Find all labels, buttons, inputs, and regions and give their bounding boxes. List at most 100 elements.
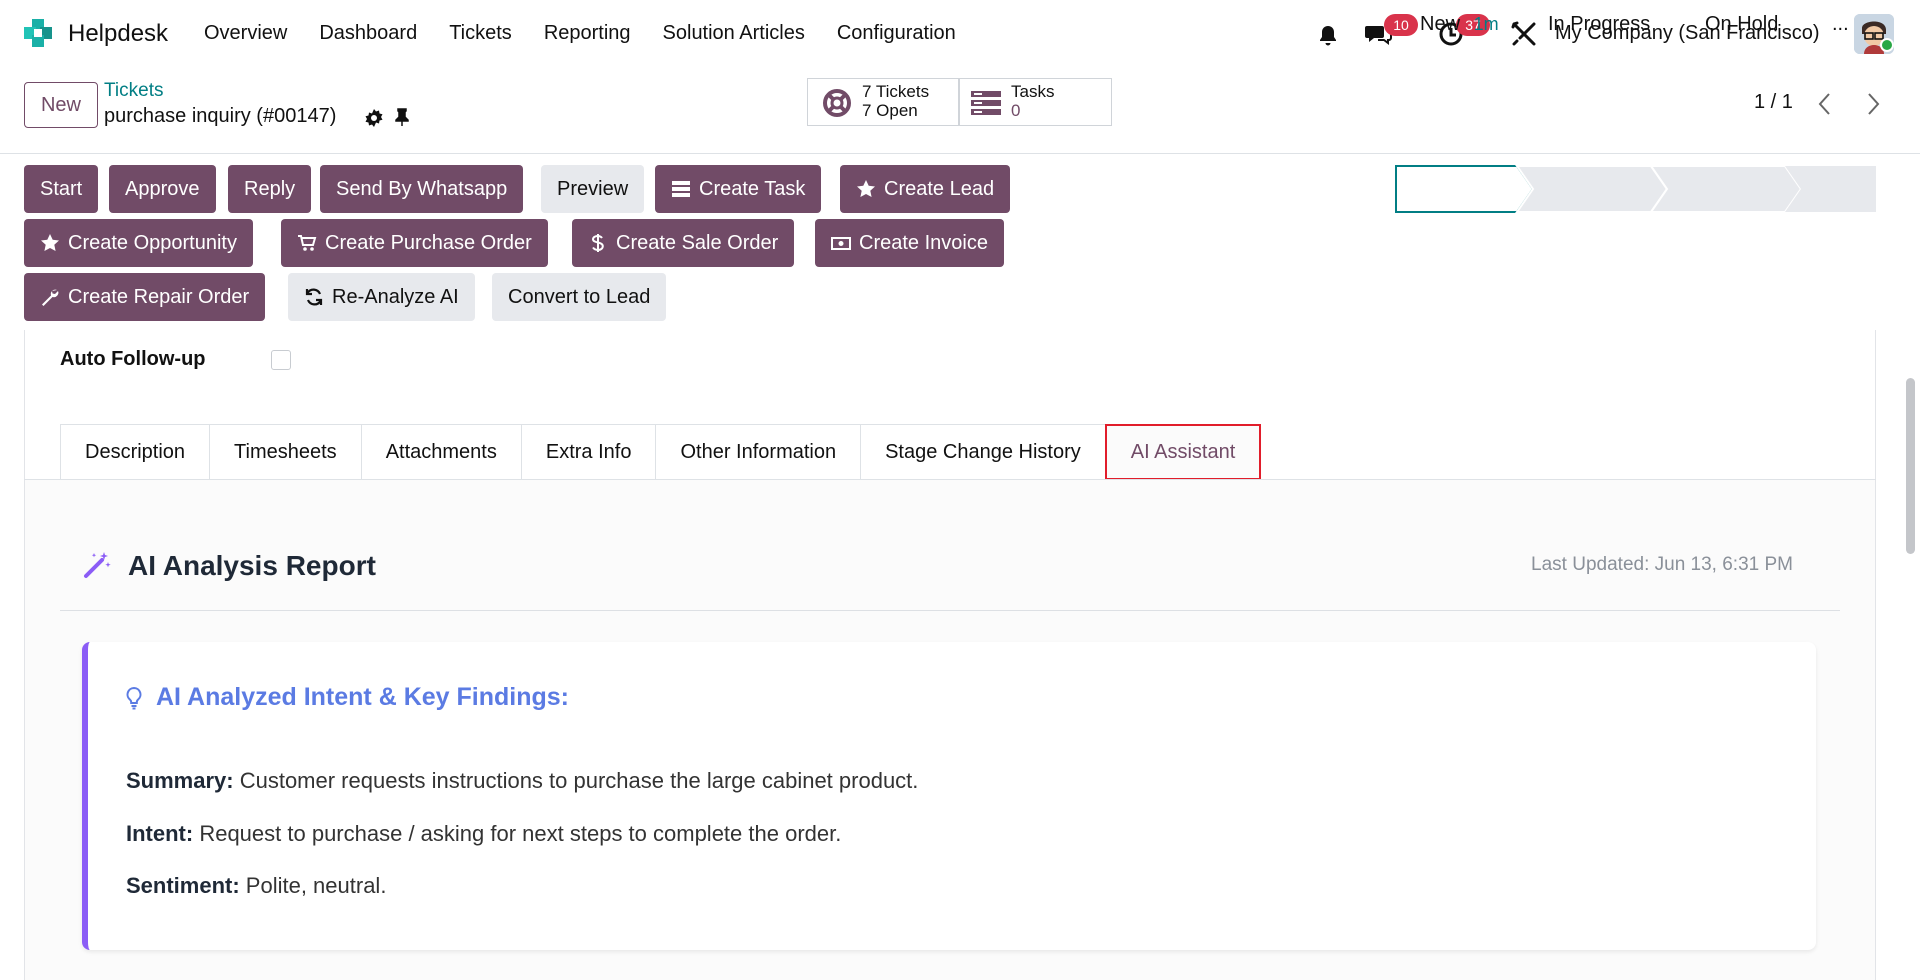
send-whatsapp-button[interactable]: Send By Whatsapp bbox=[320, 165, 524, 213]
create-lead-label: Create Lead bbox=[884, 178, 995, 200]
tasks-stat-button[interactable]: Tasks 0 bbox=[959, 78, 1112, 126]
send-whatsapp-label: Send By Whatsapp bbox=[336, 178, 508, 200]
tab-ai-assistant[interactable]: AI Assistant bbox=[1104, 424, 1262, 480]
create-sale-order-label: Create Sale Order bbox=[616, 232, 779, 254]
tickets-stat-open: 7 Open bbox=[862, 101, 918, 120]
menu-item-tickets[interactable]: Tickets bbox=[449, 22, 512, 45]
reanalyze-ai-label: Re-Analyze AI bbox=[332, 286, 459, 308]
menu-item-configuration[interactable]: Configuration bbox=[837, 22, 956, 45]
app-name[interactable]: Helpdesk bbox=[68, 20, 168, 48]
reply-button[interactable]: Reply bbox=[228, 165, 312, 213]
stage-new-label: New bbox=[1420, 13, 1461, 35]
create-invoice-label: Create Invoice bbox=[859, 232, 988, 254]
create-invoice-button[interactable]: Create Invoice bbox=[815, 219, 1004, 267]
breadcrumb-tickets-link[interactable]: Tickets bbox=[104, 80, 163, 102]
reanalyze-ai-button[interactable]: Re-Analyze AI bbox=[288, 273, 475, 321]
tab-timesheets[interactable]: Timesheets bbox=[209, 424, 361, 480]
pager-value[interactable]: 1 / 1 bbox=[1754, 91, 1793, 114]
reply-label: Reply bbox=[244, 178, 296, 200]
stage-more[interactable]: ... bbox=[1832, 0, 1849, 48]
stage-on-hold[interactable]: On Hold bbox=[1705, 0, 1778, 48]
star-icon bbox=[857, 180, 875, 197]
pin-icon[interactable] bbox=[392, 107, 412, 127]
sentiment-label: Sentiment: bbox=[126, 873, 240, 898]
tab-other-information[interactable]: Other Information bbox=[655, 424, 861, 480]
gear-icon[interactable] bbox=[364, 108, 384, 128]
tasks-stat-value: 0 bbox=[1011, 101, 1021, 120]
intent-line: Intent: Request to purchase / asking for… bbox=[126, 821, 841, 847]
stage-statusbar bbox=[1395, 165, 1876, 213]
tickets-stat-count: 7 Tickets bbox=[862, 82, 930, 101]
create-repair-order-button[interactable]: Create Repair Order bbox=[24, 273, 266, 321]
stage-new[interactable]: New 1m bbox=[1420, 0, 1499, 48]
bell-icon[interactable] bbox=[1316, 24, 1340, 48]
menu-item-dashboard[interactable]: Dashboard bbox=[319, 22, 417, 45]
star-icon bbox=[41, 234, 59, 251]
chevron-right-icon[interactable] bbox=[1862, 91, 1884, 117]
create-purchase-order-button[interactable]: Create Purchase Order bbox=[281, 219, 548, 267]
intent-label: Intent: bbox=[126, 821, 194, 846]
lifebuoy-icon bbox=[823, 89, 851, 117]
convert-to-lead-button[interactable]: Convert to Lead bbox=[492, 273, 667, 321]
helpdesk-logo-icon[interactable] bbox=[22, 17, 54, 49]
refresh-icon bbox=[305, 288, 323, 306]
create-sale-order-button[interactable]: Create Sale Order bbox=[572, 219, 795, 267]
menu-item-reporting[interactable]: Reporting bbox=[544, 22, 631, 45]
create-task-button[interactable]: Create Task bbox=[655, 165, 822, 213]
create-purchase-order-label: Create Purchase Order bbox=[325, 232, 532, 254]
wrench-icon bbox=[42, 289, 59, 306]
cart-icon bbox=[298, 235, 317, 251]
magic-wand-icon bbox=[84, 552, 111, 578]
tickets-stat-button[interactable]: 7 Tickets 7 Open bbox=[807, 78, 959, 126]
stage-new-duration: 1m bbox=[1473, 14, 1499, 34]
chevron-left-icon[interactable] bbox=[1814, 91, 1836, 117]
approve-label: Approve bbox=[125, 178, 200, 200]
sentiment-line: Sentiment: Polite, neutral. bbox=[126, 873, 386, 899]
create-opportunity-label: Create Opportunity bbox=[68, 232, 237, 254]
findings-title: AI Analyzed Intent & Key Findings: bbox=[156, 683, 569, 711]
summary-text: Customer requests instructions to purcha… bbox=[233, 768, 919, 793]
tools-icon[interactable] bbox=[1510, 20, 1538, 48]
control-panel: New Tickets purchase inquiry (#00147) 7 … bbox=[0, 66, 1920, 154]
summary-label: Summary: bbox=[126, 768, 234, 793]
notebook-tabs: Description Timesheets Attachments Extra… bbox=[60, 424, 1262, 480]
report-divider bbox=[60, 610, 1840, 611]
tasks-stat-label: Tasks bbox=[1011, 82, 1055, 101]
stage-in-progress[interactable]: In Progress bbox=[1548, 0, 1650, 48]
lightbulb-icon bbox=[126, 686, 142, 710]
menu-item-solution-articles[interactable]: Solution Articles bbox=[663, 22, 805, 45]
create-opportunity-button[interactable]: Create Opportunity bbox=[24, 219, 253, 267]
sentiment-text: Polite, neutral. bbox=[239, 873, 387, 898]
money-icon bbox=[831, 237, 851, 250]
tabs-divider bbox=[24, 479, 1876, 480]
start-label: Start bbox=[40, 178, 83, 200]
tasks-icon bbox=[971, 91, 1001, 115]
tab-stage-change-history[interactable]: Stage Change History bbox=[860, 424, 1105, 480]
auto-followup-checkbox[interactable] bbox=[271, 350, 291, 370]
new-button[interactable]: New bbox=[24, 82, 98, 128]
create-task-label: Create Task bbox=[699, 178, 806, 200]
report-last-updated: Last Updated: Jun 13, 6:31 PM bbox=[1531, 554, 1793, 575]
online-status-dot bbox=[1880, 38, 1894, 52]
dollar-icon bbox=[591, 234, 604, 252]
tab-attachments[interactable]: Attachments bbox=[360, 424, 521, 480]
record-title: purchase inquiry (#00147) bbox=[104, 105, 337, 127]
preview-button[interactable]: Preview bbox=[541, 165, 645, 213]
approve-button[interactable]: Approve bbox=[109, 165, 216, 213]
create-lead-button[interactable]: Create Lead bbox=[840, 165, 1011, 213]
tasks-icon bbox=[672, 181, 690, 197]
start-button[interactable]: Start bbox=[24, 165, 99, 213]
tab-description[interactable]: Description bbox=[60, 424, 210, 480]
tab-extra-info[interactable]: Extra Info bbox=[520, 424, 656, 480]
report-title: AI Analysis Report bbox=[128, 550, 376, 581]
main-menu: Overview Dashboard Tickets Reporting Sol… bbox=[204, 22, 988, 45]
menu-item-overview[interactable]: Overview bbox=[204, 22, 287, 45]
auto-followup-label: Auto Follow-up bbox=[60, 348, 206, 370]
summary-line: Summary: Customer requests instructions … bbox=[126, 768, 918, 794]
convert-to-lead-label: Convert to Lead bbox=[508, 286, 651, 308]
preview-label: Preview bbox=[557, 178, 629, 200]
page-scrollbar[interactable] bbox=[1906, 378, 1915, 554]
intent-text: Request to purchase / asking for next st… bbox=[193, 821, 842, 846]
create-repair-order-label: Create Repair Order bbox=[68, 286, 250, 308]
messages-badge: 10 bbox=[1384, 14, 1418, 36]
